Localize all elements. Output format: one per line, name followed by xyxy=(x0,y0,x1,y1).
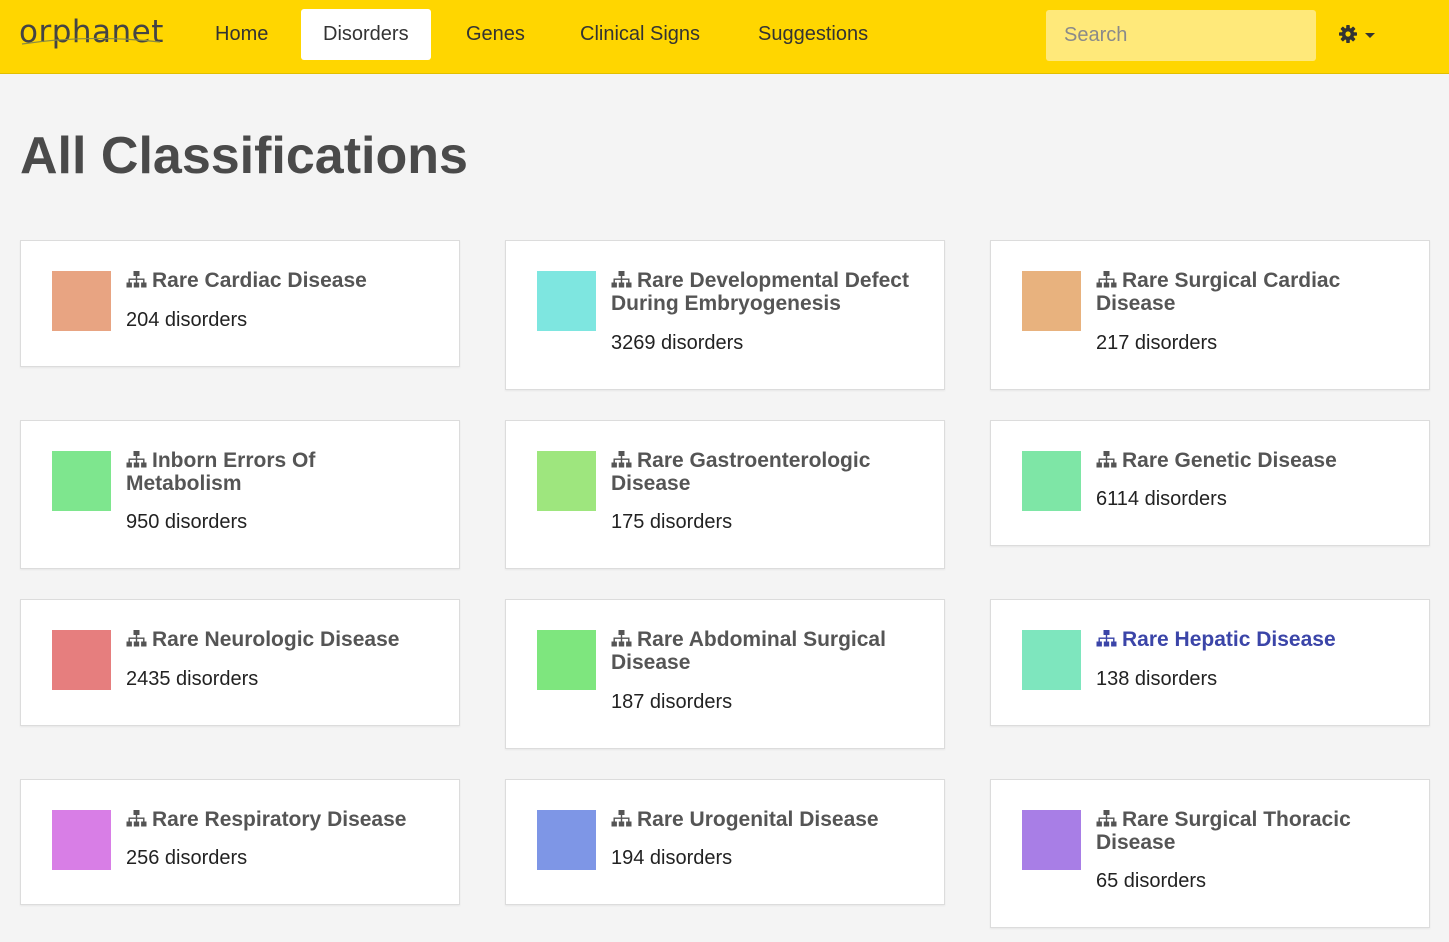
classification-card[interactable]: Inborn Errors Of Metabolism 950 disorder… xyxy=(20,420,460,569)
classification-card[interactable]: Rare Abdominal Surgical Disease 187 diso… xyxy=(505,599,945,749)
card-title: Rare Respiratory Disease xyxy=(126,808,426,831)
sitemap-icon xyxy=(611,629,632,647)
card-title: Rare Developmental Defect During Embryog… xyxy=(611,269,909,315)
classification-card[interactable]: Rare Gastroenterologic Disease 175 disor… xyxy=(505,420,945,569)
sitemap-icon xyxy=(611,809,632,827)
color-swatch xyxy=(1022,451,1081,511)
disorder-count: 950 disorders xyxy=(126,511,248,533)
color-swatch xyxy=(537,451,596,511)
card-title: Rare Hepatic Disease xyxy=(1096,628,1396,651)
disorder-count: 204 disorders xyxy=(126,309,248,331)
color-swatch xyxy=(1022,630,1081,690)
color-swatch xyxy=(52,451,111,511)
disorder-count: 217 disorders xyxy=(1096,332,1218,354)
disorder-count: 3269 disorders xyxy=(611,332,744,354)
classification-card[interactable]: Rare Genetic Disease 6114 disorders xyxy=(990,420,1430,546)
classification-card[interactable]: Rare Urogenital Disease 194 disorders xyxy=(505,779,945,905)
card-title: Rare Urogenital Disease xyxy=(611,808,911,831)
color-swatch xyxy=(52,271,111,331)
sitemap-icon xyxy=(1096,270,1117,288)
card-title: Inborn Errors Of Metabolism xyxy=(126,449,316,495)
disorder-count: 175 disorders xyxy=(611,511,733,533)
classification-card[interactable]: Rare Hepatic Disease 138 disorders xyxy=(990,599,1430,726)
card-title: Rare Neurologic Disease xyxy=(126,628,426,651)
disorder-count: 2435 disorders xyxy=(126,668,259,690)
sitemap-icon xyxy=(1096,809,1117,827)
card-title: Rare Surgical Cardiac Disease xyxy=(1096,269,1341,315)
classification-card[interactable]: Rare Cardiac Disease 204 disorders xyxy=(20,240,460,367)
classification-grid: Rare Cardiac Disease 204 disorders Rare … xyxy=(0,0,1449,942)
sitemap-icon xyxy=(611,450,632,468)
classification-card[interactable]: Rare Surgical Cardiac Disease 217 disord… xyxy=(990,240,1430,390)
card-title: Rare Abdominal Surgical Disease xyxy=(611,628,886,674)
sitemap-icon xyxy=(126,629,147,647)
sitemap-icon xyxy=(126,270,147,288)
color-swatch xyxy=(537,810,596,870)
disorder-count: 6114 disorders xyxy=(1096,488,1227,510)
classification-card[interactable]: Rare Surgical Thoracic Disease 65 disord… xyxy=(990,779,1430,928)
disorder-count: 65 disorders xyxy=(1096,870,1207,892)
classification-card[interactable]: Rare Respiratory Disease 256 disorders xyxy=(20,779,460,905)
card-title: Rare Cardiac Disease xyxy=(126,269,426,292)
color-swatch xyxy=(52,810,111,870)
disorder-count: 256 disorders xyxy=(126,847,248,869)
color-swatch xyxy=(52,630,111,690)
disorder-count: 187 disorders xyxy=(611,691,733,713)
disorder-count: 194 disorders xyxy=(611,847,733,869)
color-swatch xyxy=(537,271,596,331)
sitemap-icon xyxy=(126,809,147,827)
classification-card[interactable]: Rare Neurologic Disease 2435 disorders xyxy=(20,599,460,726)
color-swatch xyxy=(1022,810,1081,870)
sitemap-icon xyxy=(611,270,632,288)
card-title: Rare Gastroenterologic Disease xyxy=(611,449,871,495)
classification-card[interactable]: Rare Developmental Defect During Embryog… xyxy=(505,240,945,390)
color-swatch xyxy=(537,630,596,690)
sitemap-icon xyxy=(126,450,147,468)
card-title: Rare Genetic Disease xyxy=(1096,449,1396,472)
card-title: Rare Surgical Thoracic Disease xyxy=(1096,808,1351,854)
sitemap-icon xyxy=(1096,450,1117,468)
disorder-count: 138 disorders xyxy=(1096,668,1218,690)
sitemap-icon xyxy=(1096,629,1117,647)
color-swatch xyxy=(1022,271,1081,331)
